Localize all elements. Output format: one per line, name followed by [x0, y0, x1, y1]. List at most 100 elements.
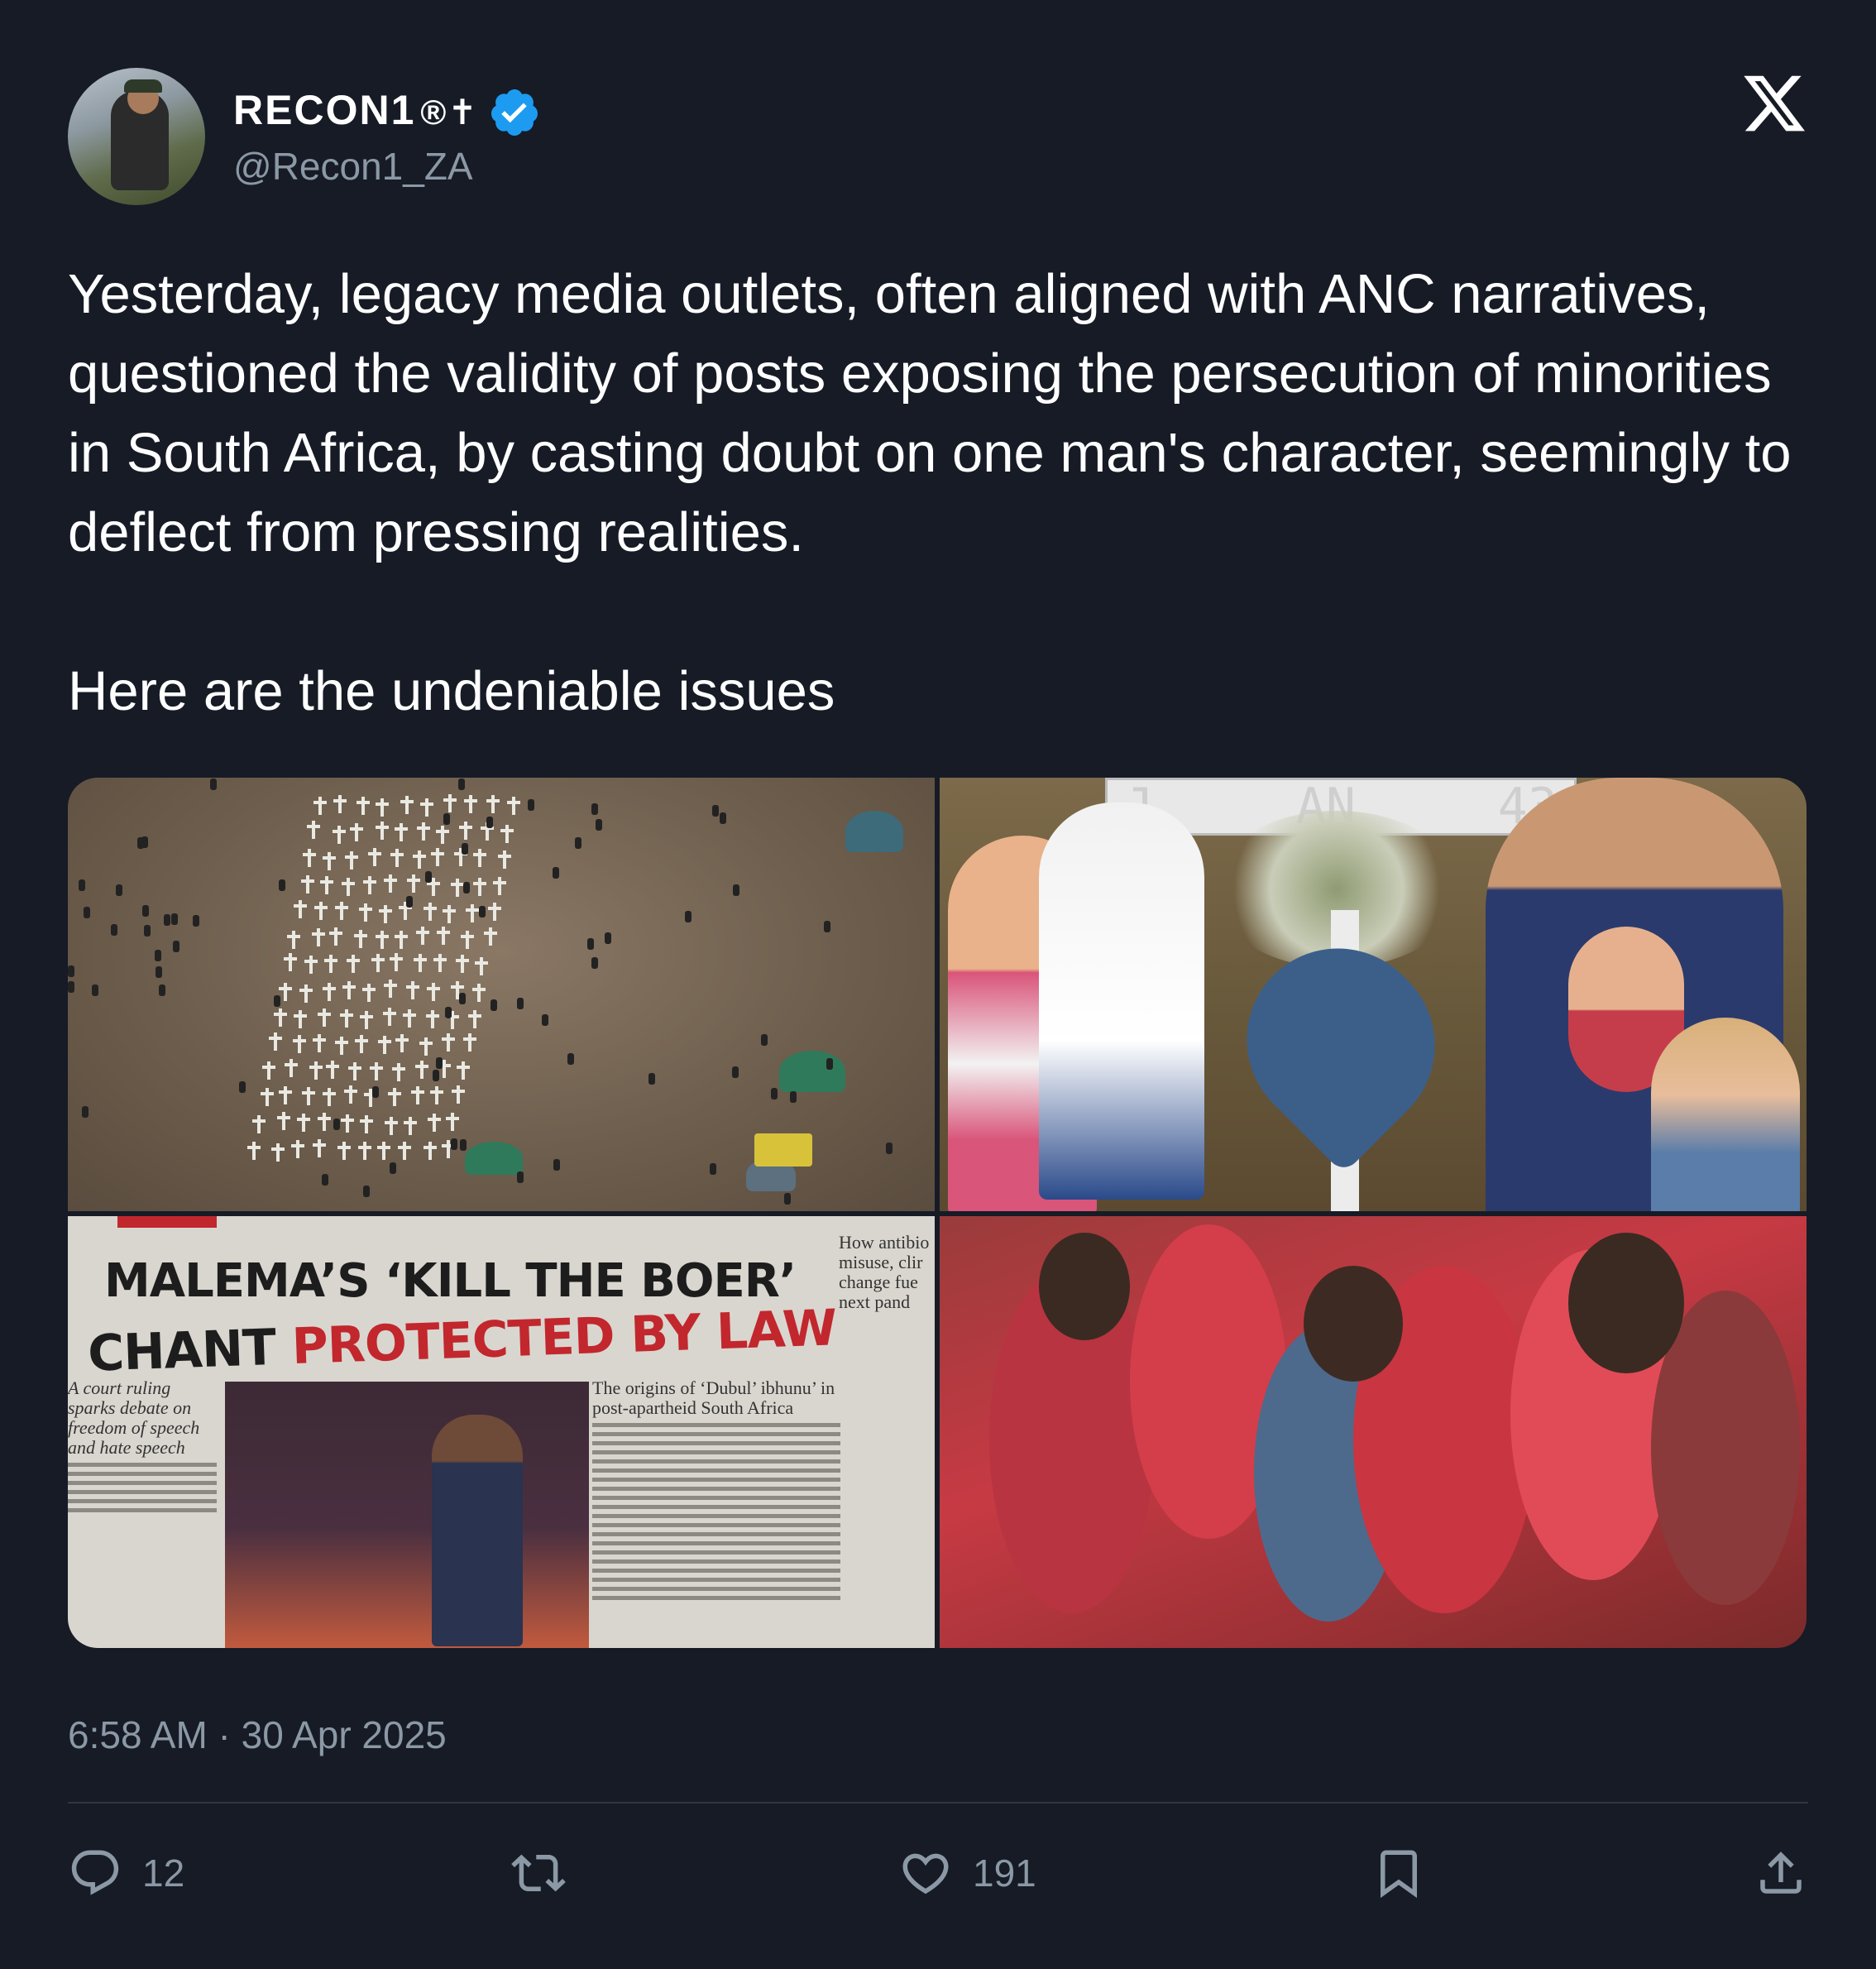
young-girl	[1651, 1018, 1800, 1211]
person	[159, 984, 165, 996]
x-logo-icon[interactable]	[1740, 69, 1808, 137]
white-cross	[376, 798, 390, 817]
bookmark-button[interactable]	[1371, 1838, 1426, 1908]
text-line	[68, 1472, 217, 1476]
person	[491, 999, 497, 1011]
media-grid[interactable]: J AN 43 MALEMA’S ‘KILL THE BOER’ CHANT P…	[68, 778, 1807, 1648]
white-cross	[472, 878, 486, 897]
text-line	[592, 1559, 840, 1564]
share-button[interactable]	[1754, 1838, 1808, 1908]
green-tent	[845, 811, 903, 852]
retweet-button[interactable]	[511, 1838, 586, 1908]
white-cross	[430, 1086, 444, 1105]
white-cross	[455, 955, 469, 974]
white-cross	[427, 982, 441, 1001]
white-cross	[333, 795, 347, 814]
white-cross	[299, 984, 313, 1003]
white-cross	[426, 877, 440, 896]
yellow-vehicle	[754, 1133, 812, 1167]
text-line	[68, 1463, 217, 1467]
verified-badge-icon	[491, 89, 538, 136]
text-line	[592, 1487, 840, 1491]
white-cross	[324, 955, 338, 974]
person	[142, 905, 149, 917]
white-cross	[406, 980, 420, 999]
white-cross	[362, 875, 376, 894]
handle[interactable]: @Recon1_ZA	[233, 144, 473, 189]
white-cross	[384, 980, 398, 999]
white-cross	[400, 796, 414, 815]
white-cross	[451, 878, 465, 897]
text-line	[68, 1490, 217, 1494]
reply-button[interactable]: 12	[68, 1838, 184, 1908]
person	[156, 966, 162, 978]
white-cross	[355, 1034, 368, 1053]
white-cross	[487, 902, 501, 921]
white-cross	[425, 1010, 439, 1029]
white-cross	[461, 930, 475, 949]
like-button[interactable]: 191	[898, 1838, 1036, 1908]
person	[648, 1073, 655, 1085]
white-cross	[371, 953, 385, 972]
person	[460, 1139, 467, 1151]
person	[82, 1106, 89, 1118]
white-cross	[367, 848, 381, 867]
white-cross	[334, 1036, 348, 1055]
white-cross	[394, 823, 408, 842]
white-cross	[362, 984, 376, 1003]
white-cross	[318, 1113, 332, 1132]
white-cross	[436, 825, 450, 844]
white-cross	[300, 874, 314, 893]
white-cross	[284, 1059, 298, 1078]
display-name[interactable]: RECON1 ®✝	[233, 86, 479, 134]
white-cross	[463, 795, 477, 814]
media-image-crowd[interactable]	[940, 1216, 1807, 1648]
text-line	[592, 1596, 840, 1600]
white-cross	[433, 953, 447, 972]
white-cross	[323, 851, 337, 870]
white-cross	[312, 927, 326, 946]
white-cross	[498, 850, 512, 869]
media-image-aerial-crosses[interactable]	[68, 778, 935, 1211]
media-image-memorial[interactable]: J AN 43	[940, 778, 1807, 1211]
media-image-newspaper[interactable]: MALEMA’S ‘KILL THE BOER’ CHANT PROTECTED…	[68, 1216, 935, 1648]
white-cross	[430, 848, 444, 867]
text-line	[592, 1514, 840, 1518]
newspaper-photo	[225, 1382, 589, 1648]
person	[517, 1171, 524, 1183]
person	[712, 805, 719, 817]
headline-black-text: CHANT	[87, 1318, 294, 1383]
text-line	[592, 1459, 840, 1464]
newspaper-headline-line2: CHANT PROTECTED BY LAW	[87, 1299, 837, 1383]
white-cross	[427, 1114, 441, 1133]
white-cross	[507, 796, 521, 815]
white-cross	[445, 1113, 459, 1132]
person	[517, 998, 524, 1009]
masthead-strip	[117, 1216, 217, 1228]
white-cross	[277, 1112, 291, 1131]
child-standing	[1039, 802, 1204, 1200]
white-cross	[304, 955, 318, 974]
white-cross	[293, 1010, 307, 1029]
person	[443, 813, 450, 825]
white-cross	[319, 875, 333, 894]
white-cross	[370, 1062, 384, 1081]
white-cross	[417, 822, 431, 841]
tweet-timestamp[interactable]: 6:58 AM · 30 Apr 2025	[68, 1713, 447, 1757]
white-cross	[419, 1037, 433, 1056]
white-cross	[246, 1142, 261, 1161]
person	[591, 957, 598, 969]
white-cross	[437, 1060, 451, 1079]
white-cross	[414, 1061, 428, 1080]
white-cross	[348, 1061, 362, 1080]
like-count: 191	[973, 1852, 1036, 1895]
white-cross	[283, 953, 297, 972]
avatar[interactable]	[68, 68, 205, 205]
white-cross	[395, 1034, 409, 1053]
white-cross	[268, 1032, 282, 1052]
person	[173, 941, 179, 952]
green-tent	[465, 1142, 523, 1175]
person	[79, 879, 85, 891]
white-cross	[423, 902, 437, 921]
white-cross	[335, 902, 349, 921]
